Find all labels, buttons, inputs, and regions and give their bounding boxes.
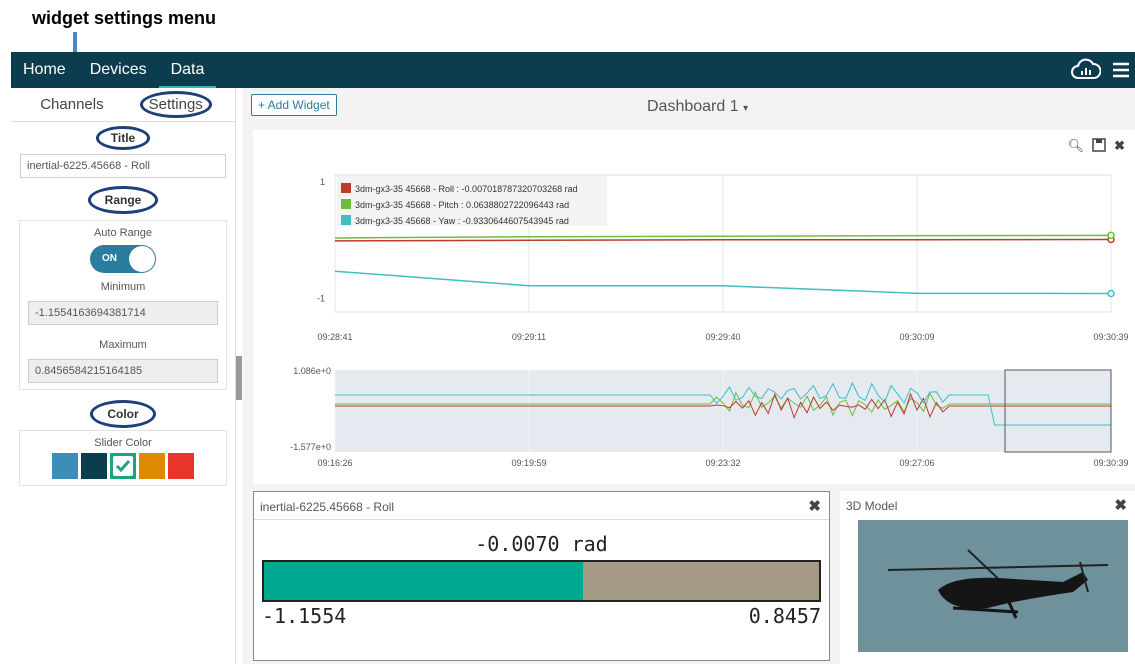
y-tick-label: -1 bbox=[317, 293, 325, 303]
maximum-input[interactable]: 0.8456584215164185 bbox=[28, 359, 218, 383]
legend-entry: 3dm-gx3-35 45668 - Yaw : -0.933064460754… bbox=[355, 216, 569, 226]
chart-widget: 🔍︎ ✖ 09:28:41 09:29:11 09:29:40 09:30:09 09:… bbox=[253, 130, 1135, 484]
title-input[interactable]: inertial-6225.45668 - Roll bbox=[20, 154, 226, 178]
top-nav: Home Devices Data bbox=[11, 52, 1135, 88]
x-tick-label: 09:29:40 bbox=[705, 332, 740, 342]
y-tick-label: 1 bbox=[320, 177, 325, 187]
y-tick-label: -1.577e+0 bbox=[290, 442, 331, 452]
slider-color-label: Slider Color bbox=[94, 437, 152, 449]
close-icon[interactable]: ✖ bbox=[808, 497, 821, 515]
close-icon[interactable]: ✖ bbox=[1114, 496, 1127, 514]
zoom-icon[interactable]: 🔍︎ bbox=[1068, 138, 1085, 154]
swatch-blue[interactable] bbox=[52, 453, 78, 479]
widget-settings-sidebar: Channels Settings Title inertial-6225.45… bbox=[11, 88, 236, 664]
swatch-orange[interactable] bbox=[139, 453, 165, 479]
x-tick-label: 09:23:32 bbox=[705, 458, 740, 468]
auto-range-toggle[interactable]: ON bbox=[90, 245, 156, 273]
minimum-input[interactable]: -1.1554163694381714 bbox=[28, 301, 218, 325]
auto-range-label: Auto Range bbox=[93, 227, 153, 239]
model-widget: 3D Model ✖ bbox=[840, 491, 1135, 664]
dashboard-name: Dashboard 1 bbox=[647, 98, 739, 115]
swatch-teal-selected[interactable] bbox=[110, 453, 136, 479]
tab-channels[interactable]: Channels bbox=[34, 94, 109, 115]
series-end-marker bbox=[1107, 231, 1115, 240]
roll-value: -0.0070 rad bbox=[475, 532, 608, 556]
color-heading: Color bbox=[90, 400, 156, 428]
swatch-navy[interactable] bbox=[81, 453, 107, 479]
x-tick-label: 09:29:11 bbox=[512, 332, 546, 342]
legend-swatch bbox=[341, 183, 351, 193]
close-icon[interactable]: ✖ bbox=[1114, 138, 1125, 154]
hamburger-icon[interactable] bbox=[1111, 60, 1131, 80]
toggle-on-label: ON bbox=[102, 253, 117, 264]
roll-slider-fill bbox=[264, 562, 583, 600]
title-heading: Title bbox=[95, 126, 151, 150]
x-tick-label: 09:27:06 bbox=[899, 458, 934, 468]
roll-widget-title: inertial-6225.45668 - Roll bbox=[260, 500, 395, 514]
roll-slider-bar bbox=[262, 560, 821, 602]
sidebar-scrollbar[interactable] bbox=[236, 356, 242, 400]
add-widget-button[interactable]: + Add Widget bbox=[251, 94, 337, 116]
range-heading: Range bbox=[87, 186, 159, 214]
checkmark-icon bbox=[113, 456, 133, 476]
dashboard-area: + Add Widget Dashboard 1 ▾ 🔍︎ ✖ 09:28:41… bbox=[243, 88, 1135, 664]
nav-devices[interactable]: Devices bbox=[78, 52, 159, 88]
legend-swatch bbox=[341, 199, 351, 209]
series-end-marker bbox=[1107, 289, 1115, 298]
legend-entry: 3dm-gx3-35 45668 - Pitch : 0.06388027220… bbox=[355, 200, 569, 210]
roll-widget: inertial-6225.45668 - Roll ✖ -0.0070 rad … bbox=[253, 491, 830, 661]
x-tick-label: 09:28:41 bbox=[317, 332, 352, 342]
x-tick-label: 09:30:09 bbox=[899, 332, 934, 342]
x-tick-label: 09:30:39 bbox=[1093, 332, 1128, 342]
model-viewport[interactable] bbox=[858, 520, 1128, 652]
x-tick-label: 09:30:39 bbox=[1093, 458, 1128, 468]
toggle-knob bbox=[129, 246, 155, 272]
x-tick-label: 09:19:59 bbox=[511, 458, 546, 468]
minimum-label: Minimum bbox=[100, 281, 146, 293]
legend-entry: 3dm-gx3-35 45668 - Roll : -0.00701878732… bbox=[355, 184, 578, 194]
maximum-label: Maximum bbox=[99, 339, 147, 351]
roll-max-label: 0.8457 bbox=[748, 604, 821, 628]
save-icon[interactable] bbox=[1092, 138, 1106, 152]
tab-settings[interactable]: Settings bbox=[139, 91, 212, 118]
x-tick-label: 09:16:26 bbox=[317, 458, 352, 468]
dashboard-selector[interactable]: Dashboard 1 ▾ bbox=[647, 98, 748, 116]
cloud-chart-icon[interactable] bbox=[1071, 58, 1101, 82]
legend-swatch bbox=[341, 215, 351, 225]
roll-min-label: -1.1554 bbox=[262, 604, 347, 628]
helicopter-model-icon bbox=[887, 549, 1109, 619]
model-widget-title: 3D Model bbox=[846, 499, 898, 513]
chart-svg: 09:28:41 09:29:11 09:29:40 09:30:09 09:30:39… bbox=[290, 174, 1129, 468]
nav-data[interactable]: Data bbox=[158, 52, 217, 88]
swatch-red[interactable] bbox=[168, 453, 194, 479]
y-tick-label: 1.086e+0 bbox=[293, 366, 331, 376]
nav-home[interactable]: Home bbox=[11, 52, 78, 88]
caret-down-icon: ▾ bbox=[743, 103, 749, 114]
